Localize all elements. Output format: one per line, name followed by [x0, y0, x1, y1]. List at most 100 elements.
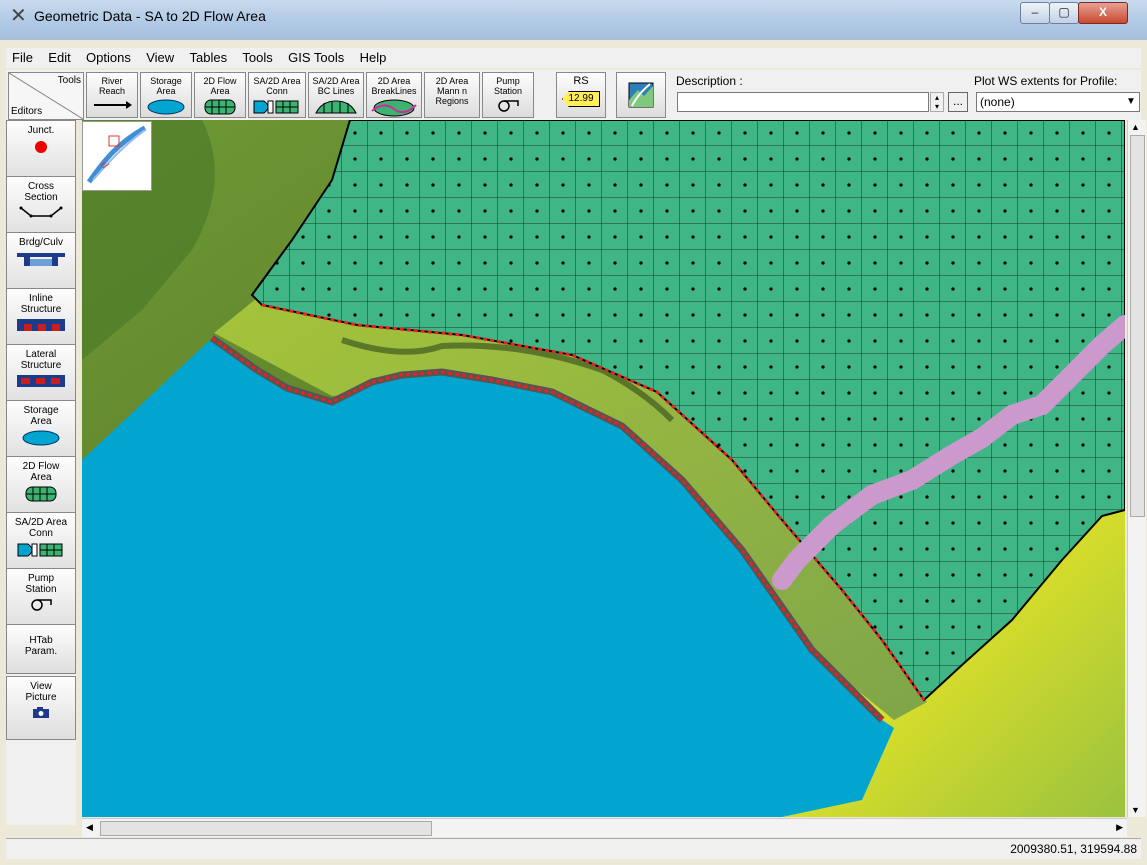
- description-input[interactable]: [677, 92, 929, 112]
- rs-value-tag: 12.99: [562, 91, 600, 107]
- bridge-culvert-editor-button[interactable]: Brdg/Culv: [6, 232, 76, 296]
- tools-label: Tools: [57, 75, 81, 86]
- sa-2d-area-conn-tool-button[interactable]: SA/2D Area Conn: [248, 72, 306, 118]
- menu-edit[interactable]: Edit: [42, 48, 76, 67]
- tools-editors-header: Tools Editors: [8, 72, 84, 120]
- menu-tables[interactable]: Tables: [184, 48, 234, 67]
- htab-param-editor-button[interactable]: HTab Param.: [6, 624, 76, 674]
- maximize-button[interactable]: ▢: [1049, 2, 1079, 24]
- editor-label: Storage: [23, 405, 59, 416]
- menu-help[interactable]: Help: [354, 48, 393, 67]
- mesh-grid-icon: [204, 99, 236, 115]
- button-label: River: [101, 76, 123, 86]
- editor-label: Section: [24, 192, 58, 203]
- editor-label: Structure: [20, 304, 62, 315]
- view-picture-editor-button[interactable]: View Picture: [6, 676, 76, 740]
- menu-options[interactable]: Options: [80, 48, 137, 67]
- scroll-up-icon[interactable]: ▲: [1131, 122, 1140, 132]
- sa-2d-connection-icon: [253, 100, 299, 114]
- rs-label: RS: [573, 75, 589, 87]
- description-spinner[interactable]: ▴ ▾: [930, 92, 944, 112]
- vertical-scrollbar[interactable]: ▲ ▼: [1127, 120, 1146, 817]
- button-label: Area: [156, 86, 176, 96]
- button-label: Area: [210, 86, 230, 96]
- junction-editor-button[interactable]: Junct.: [6, 120, 76, 184]
- editor-label: HTab: [29, 635, 53, 646]
- arrow-right-icon: [94, 101, 132, 109]
- 2d-area-breaklines-tool-button[interactable]: 2D Area BreakLines: [366, 72, 422, 118]
- editor-label: Inline: [29, 293, 53, 304]
- selected-profile: (none): [980, 95, 1015, 109]
- inline-structure-icon: [17, 319, 65, 331]
- breaklines-icon: [371, 99, 417, 117]
- geometry-map-canvas[interactable]: [82, 120, 1125, 817]
- editor-label: Junct.: [27, 125, 55, 136]
- description-label: Description :: [676, 74, 743, 88]
- sa-2d-area-bc-lines-tool-button[interactable]: SA/2D Area BC Lines: [308, 72, 364, 118]
- river-reach-tool-button[interactable]: River Reach: [86, 72, 138, 118]
- inline-structure-editor-button[interactable]: Inline Structure: [6, 288, 76, 352]
- status-bar: 2009380.51, 319594.88: [6, 838, 1141, 859]
- map-layers-button[interactable]: [616, 72, 666, 118]
- editors-sidebar: Junct. Cross Section Brdg/Culv Inline St…: [6, 120, 76, 825]
- editor-label: Pump: [27, 573, 55, 584]
- editor-label: Lateral: [25, 349, 57, 360]
- menu-view[interactable]: View: [140, 48, 180, 67]
- scroll-right-icon[interactable]: ▶: [1116, 822, 1123, 833]
- toolbar: Tools Editors River Reach Storage Area 2…: [6, 70, 1141, 120]
- scroll-left-icon[interactable]: ◀: [86, 822, 93, 833]
- 2d-flow-area-tool-button[interactable]: 2D Flow Area: [194, 72, 246, 118]
- editor-label: View: [30, 681, 52, 692]
- sa-2d-area-conn-editor-button[interactable]: SA/2D Area Conn: [6, 512, 76, 576]
- editor-label: Picture: [25, 692, 57, 703]
- button-label: Storage: [150, 76, 182, 86]
- editor-label: Structure: [20, 360, 62, 371]
- vertical-scroll-thumb[interactable]: [1130, 135, 1145, 517]
- storage-area-icon: [147, 99, 185, 115]
- minimize-button[interactable]: –: [1020, 2, 1050, 24]
- storage-area-editor-button[interactable]: Storage Area: [6, 400, 76, 464]
- horizontal-scrollbar[interactable]: ◀ ▶: [82, 818, 1127, 837]
- rs-stationing-button[interactable]: RS 12.99: [556, 72, 606, 118]
- plot-ws-profile-select[interactable]: (none) ▼: [976, 92, 1140, 112]
- button-label: Station: [493, 86, 523, 96]
- window-title: Geometric Data - SA to 2D Flow Area: [34, 8, 266, 24]
- bridge-icon: [17, 253, 65, 266]
- 2d-flow-area-editor-button[interactable]: 2D Flow Area: [6, 456, 76, 520]
- editor-label: Area: [30, 416, 52, 427]
- button-label: Reach: [98, 86, 125, 96]
- button-label: 2D Area: [377, 76, 411, 86]
- pump-station-tool-button[interactable]: Pump Station: [482, 72, 534, 118]
- minimap-svg: [86, 125, 147, 184]
- description-browse-button[interactable]: ...: [948, 92, 968, 112]
- scroll-down-icon[interactable]: ▼: [1131, 805, 1140, 815]
- button-label: SA/2D Area: [253, 76, 301, 86]
- 2d-area-mann-n-regions-tool-button[interactable]: 2D Area Mann n Regions: [424, 72, 480, 118]
- button-label: Mann n: [436, 86, 468, 96]
- cursor-coordinates: 2009380.51, 319594.88: [1010, 842, 1137, 856]
- close-button[interactable]: X: [1078, 2, 1128, 24]
- junction-icon: [35, 141, 47, 153]
- title-bar: ✕ Geometric Data - SA to 2D Flow Area – …: [0, 0, 1147, 40]
- storage-area-tool-button[interactable]: Storage Area: [140, 72, 192, 118]
- overview-minimap[interactable]: [82, 121, 152, 191]
- cross-section-editor-button[interactable]: Cross Section: [6, 176, 76, 240]
- pump-station-editor-button[interactable]: Pump Station: [6, 568, 76, 632]
- menu-tools[interactable]: Tools: [236, 48, 278, 67]
- editor-label: Area: [30, 472, 52, 483]
- bc-lines-icon: [315, 100, 357, 114]
- chevron-down-icon: ▼: [1126, 96, 1136, 107]
- cross-section-icon: [19, 206, 63, 218]
- app-icon: ✕: [10, 5, 27, 27]
- menu-gis-tools[interactable]: GIS Tools: [282, 48, 350, 67]
- horizontal-scroll-thumb[interactable]: [100, 821, 432, 836]
- button-label: Regions: [435, 96, 469, 106]
- mesh-grid-icon: [25, 486, 57, 502]
- button-label: BreakLines: [371, 86, 417, 96]
- pump-icon: [31, 599, 52, 611]
- lateral-structure-editor-button[interactable]: Lateral Structure: [6, 344, 76, 408]
- sa-2d-connection-icon: [17, 543, 63, 557]
- menu-file[interactable]: File: [6, 48, 39, 67]
- editor-label: 2D Flow: [22, 461, 60, 472]
- button-label: 2D Flow: [203, 76, 237, 86]
